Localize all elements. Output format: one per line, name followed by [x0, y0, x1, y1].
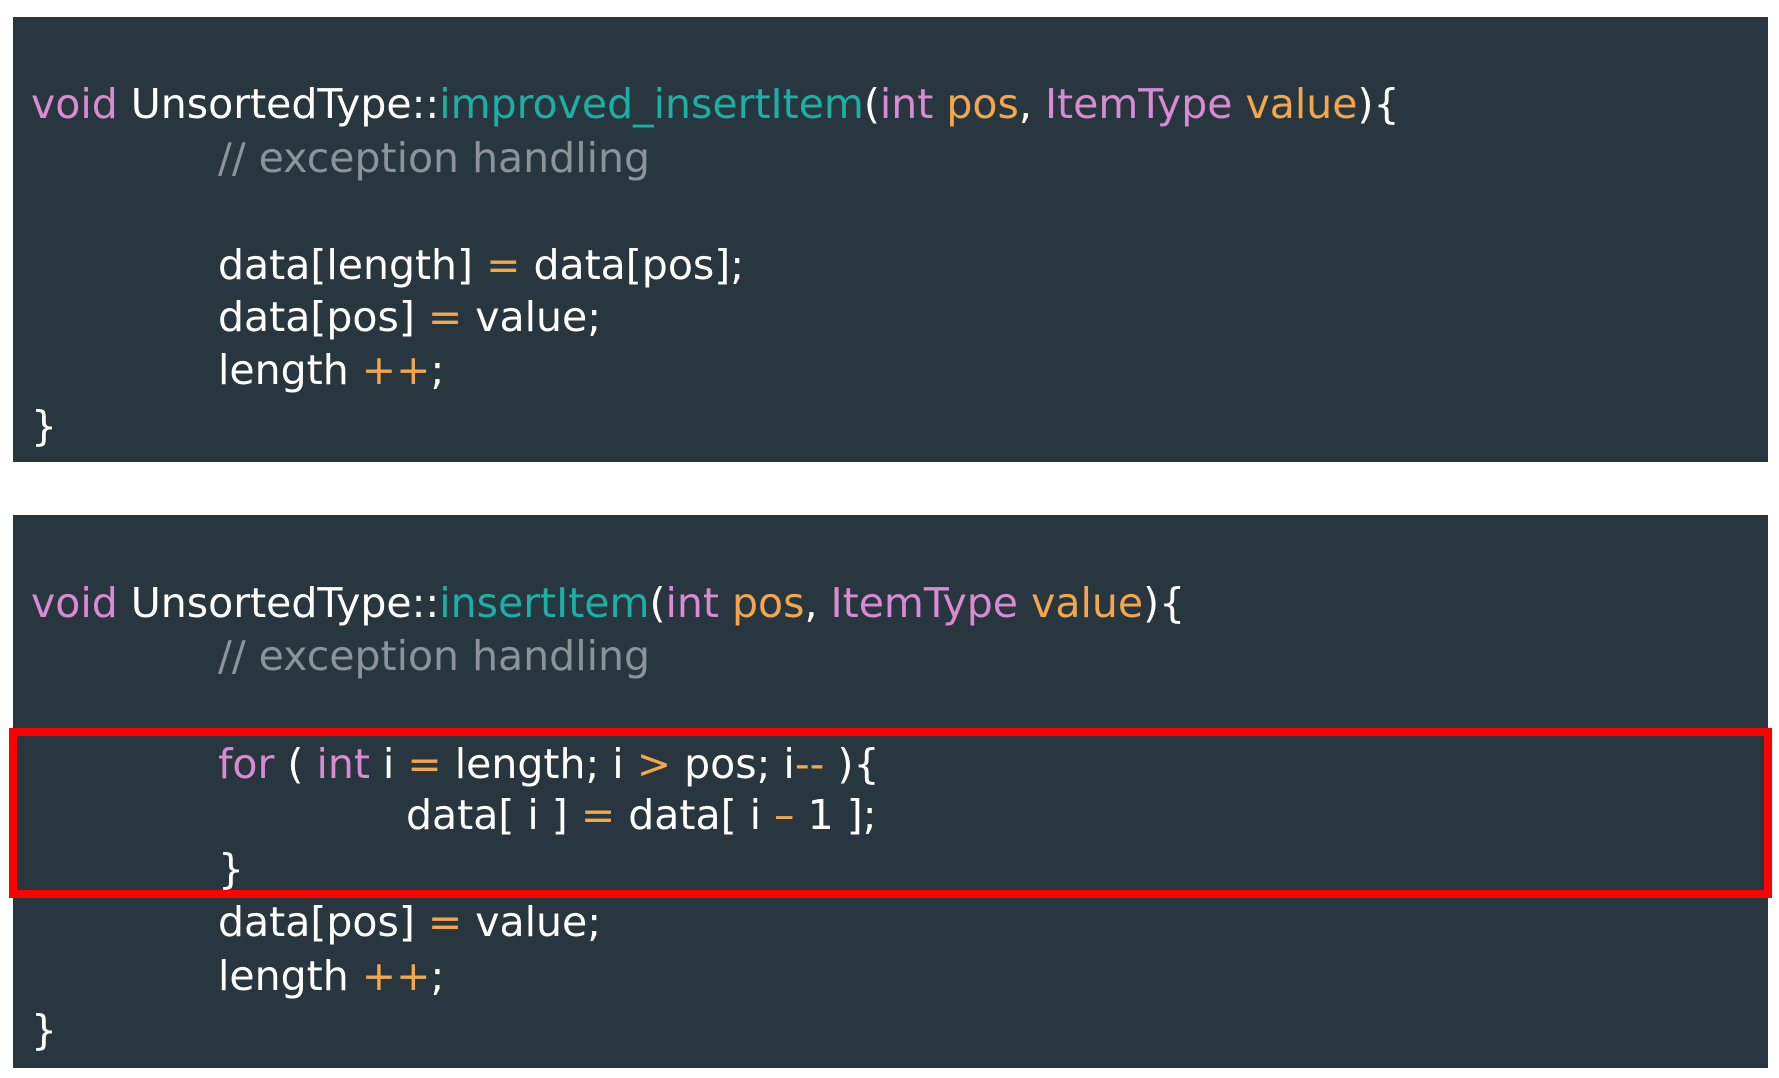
- code-token: UnsortedType::: [117, 579, 440, 627]
- code-line: data[length] = data[pos];: [218, 239, 744, 291]
- code-token: data[pos]: [218, 898, 428, 946]
- code-token: }: [31, 402, 58, 450]
- code-token: value: [1245, 80, 1358, 128]
- code-line: length ++;: [218, 344, 444, 396]
- code-token: ){: [1143, 579, 1186, 627]
- code-comment-line: // exception handling: [218, 132, 650, 184]
- code-token: insertItem: [439, 579, 650, 627]
- code-token: ){: [1357, 80, 1400, 128]
- code-token: value;: [462, 293, 602, 341]
- code-comment-line: // exception handling: [218, 630, 650, 682]
- code-token: length: [218, 346, 362, 394]
- code-token: // exception handling: [218, 632, 650, 680]
- code-token: void: [31, 579, 118, 627]
- code-token: =: [427, 898, 463, 946]
- code-token: (: [649, 579, 666, 627]
- code-token: ItemType: [830, 579, 1019, 627]
- code-token: length: [218, 952, 362, 1000]
- code-line: void UnsortedType::improved_insertItem(i…: [31, 78, 1400, 130]
- code-token: UnsortedType::: [117, 80, 440, 128]
- code-token: }: [31, 1006, 58, 1054]
- code-token: =: [427, 293, 463, 341]
- code-token: improved_insertItem: [439, 80, 864, 128]
- highlight-box-for-loop: [9, 728, 1772, 898]
- code-token: (: [863, 80, 880, 128]
- code-token: int: [879, 80, 934, 128]
- code-line: data[pos] = value;: [218, 291, 601, 343]
- code-token: ;: [430, 952, 445, 1000]
- code-line: length ++;: [218, 950, 444, 1002]
- code-token: =: [486, 241, 521, 289]
- code-block-improved-insert-item: void UnsortedType::improved_insertItem(i…: [13, 17, 1768, 462]
- code-token: void: [31, 80, 118, 128]
- closing-brace-line: }: [31, 1004, 57, 1056]
- code-token: ItemType: [1044, 80, 1233, 128]
- code-token: ++: [361, 952, 431, 1000]
- code-line: data[pos] = value;: [218, 896, 601, 948]
- code-token: ,: [1018, 80, 1045, 128]
- code-token: ,: [804, 579, 831, 627]
- code-token: // exception handling: [218, 134, 650, 182]
- code-token: data[length]: [218, 241, 487, 289]
- code-token: value;: [462, 898, 602, 946]
- code-token: data[pos]: [218, 293, 428, 341]
- code-token: pos: [731, 579, 805, 627]
- code-token: pos: [946, 80, 1019, 128]
- closing-brace-line: }: [31, 400, 57, 452]
- code-line: void UnsortedType::insertItem(int pos, I…: [31, 577, 1185, 629]
- code-token: int: [665, 579, 719, 627]
- code-token: ;: [430, 346, 445, 394]
- code-token: ++: [361, 346, 431, 394]
- code-token: value: [1031, 579, 1144, 627]
- code-token: data[pos];: [520, 241, 745, 289]
